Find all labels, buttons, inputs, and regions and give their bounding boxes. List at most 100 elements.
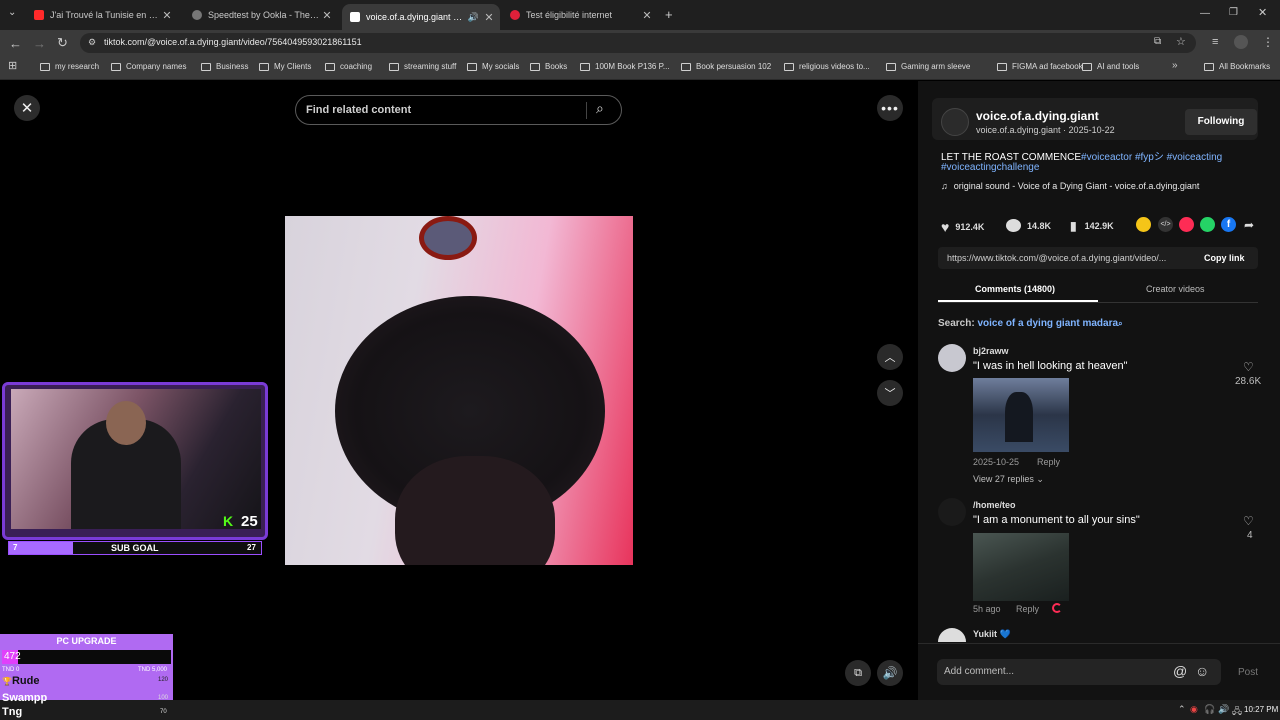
facebook-icon[interactable]: f — [1221, 217, 1236, 232]
save-stat[interactable]: ▮ 142.9K — [1070, 219, 1114, 233]
menu-icon[interactable]: ⋮ — [1262, 36, 1274, 48]
floating-player-button[interactable]: ⧉ — [845, 660, 871, 686]
close-tab-icon[interactable]: ✕ — [640, 9, 654, 22]
network-icon[interactable]: 🖧 — [1232, 704, 1242, 720]
close-window-icon[interactable]: ✕ — [1258, 8, 1267, 19]
wall-clock-image — [419, 216, 477, 260]
coin-share-icon[interactable] — [1136, 217, 1151, 232]
address-bar[interactable]: ⚙ tiktok.com/@voice.of.a.dying.giant/vid… — [80, 33, 1196, 53]
forward-icon[interactable]: → — [33, 37, 46, 50]
leader-score: 120 — [158, 677, 169, 683]
profile-avatar-icon[interactable] — [1234, 35, 1248, 49]
close-tab-icon[interactable]: ✕ — [320, 9, 334, 22]
search-related-input[interactable]: Find related content ⌕ — [295, 95, 622, 125]
comment-date: 5h ago — [973, 604, 1001, 614]
embed-icon[interactable]: </> — [1158, 217, 1173, 232]
tab-creator-videos[interactable]: Creator videos — [1146, 284, 1205, 294]
mention-icon[interactable]: @ — [1173, 663, 1187, 679]
speaker-tray-icon[interactable]: 🔊 — [1218, 704, 1229, 715]
tab-comments[interactable]: Comments (14800) — [975, 284, 1055, 294]
kick-logo: K — [223, 513, 234, 529]
sound-name: original sound - Voice of a Dying Giant … — [953, 181, 1200, 191]
bookmark-item[interactable]: AI and tools — [1082, 62, 1139, 71]
comment-like-icon[interactable]: ♡ — [1243, 360, 1254, 374]
volume-button[interactable]: 🔊 — [877, 660, 903, 686]
view-replies-button[interactable]: View 27 replies ⌄ — [973, 474, 1044, 485]
all-bookmarks[interactable]: All Bookmarks — [1204, 62, 1270, 71]
reload-icon[interactable]: ↻ — [57, 36, 68, 49]
bookmark-item[interactable]: Gaming arm sleeve — [886, 62, 970, 71]
tab-search-dropdown-icon[interactable]: ⌄ — [8, 8, 16, 18]
headset-icon[interactable]: 🎧 — [1204, 704, 1215, 715]
more-options-button[interactable]: ••• — [877, 95, 903, 121]
site-info-icon[interactable]: ⚙ — [88, 37, 96, 48]
sub-goal-current: 7 — [13, 543, 18, 552]
bookmark-item[interactable]: streaming stuff — [389, 62, 456, 71]
new-tab-icon[interactable]: + — [665, 8, 673, 21]
tab-eligibilite[interactable]: Test éligibilité internet ✕ — [502, 4, 658, 26]
close-tab-icon[interactable]: ✕ — [482, 11, 496, 24]
bookmark-item[interactable]: coaching — [325, 62, 372, 71]
search-suggestion[interactable]: Search: voice of a dying giant madara⌕ — [938, 318, 1123, 329]
next-video-button[interactable]: ﹀ — [877, 380, 903, 406]
bookmark-item[interactable]: 100M Book P136 P... — [580, 62, 670, 71]
sound-link[interactable]: ♫ original sound - Voice of a Dying Giant… — [941, 181, 1199, 191]
search-icon[interactable]: ⌕ — [596, 100, 604, 117]
tab-youtube[interactable]: J'ai Trouvé la Tunisie en Italie ✕ — [26, 4, 178, 26]
bookmark-item[interactable]: My Clients — [259, 62, 311, 71]
tray-chevron-icon[interactable]: ⌃ — [1178, 704, 1186, 715]
comment-username[interactable]: Yukiit 💙 — [973, 629, 1011, 640]
previous-video-button[interactable]: ︿ — [877, 344, 903, 370]
tab-speedtest[interactable]: Speedtest by Ookla - The Glob ✕ — [184, 4, 338, 26]
whatsapp-icon[interactable] — [1200, 217, 1215, 232]
share-link-url[interactable]: https://www.tiktok.com/@voice.of.a.dying… — [947, 253, 1166, 263]
like-stat[interactable]: ♥ 912.4K — [941, 219, 984, 235]
bookmark-item[interactable]: my research — [40, 62, 99, 71]
speaker-icon[interactable]: 🔊 — [468, 12, 479, 23]
bookmark-item[interactable]: Books — [530, 62, 567, 71]
person-face-image — [395, 456, 555, 565]
tab-tiktok[interactable]: voice.of.a.dying.giant (@voi 🔊 ✕ — [342, 4, 500, 30]
restore-icon[interactable]: ❐ — [1229, 8, 1238, 18]
copy-link-button[interactable]: Copy link — [1204, 253, 1245, 263]
close-tab-icon[interactable]: ✕ — [160, 9, 174, 22]
back-icon[interactable]: ← — [9, 37, 22, 50]
commenter-avatar[interactable] — [938, 344, 966, 372]
close-video-button[interactable]: ✕ — [14, 95, 40, 121]
emoji-icon[interactable]: ☺ — [1195, 663, 1209, 679]
comment-image[interactable] — [973, 533, 1069, 601]
creator-username[interactable]: voice.of.a.dying.giant — [976, 109, 1099, 123]
bookmark-item[interactable]: religious videos to... — [784, 62, 870, 71]
comment-like-icon[interactable]: ♡ — [1243, 514, 1254, 528]
bookmark-item[interactable]: My socials — [467, 62, 519, 71]
video-frame — [285, 216, 633, 565]
minimize-icon[interactable]: — — [1200, 9, 1210, 19]
following-button[interactable]: Following — [1185, 109, 1257, 135]
post-comment-button[interactable]: Post — [1238, 667, 1258, 678]
bookmark-item[interactable]: Company names — [111, 62, 186, 71]
bookmark-label: AI and tools — [1097, 62, 1140, 71]
tray-app-icon[interactable]: ◉ — [1190, 704, 1198, 715]
commenter-avatar[interactable] — [938, 498, 966, 526]
bookmark-item[interactable]: Book persuasion 102 — [681, 62, 771, 71]
comment-username[interactable]: /home/teo — [973, 500, 1016, 510]
caption-hashtag-line2[interactable]: #voiceactingchallenge — [941, 162, 1039, 173]
share-more-icon[interactable]: ➦ — [1244, 218, 1254, 232]
comment-reply-button[interactable]: Reply — [1037, 457, 1060, 467]
comment-username[interactable]: bj2raww — [973, 346, 1009, 356]
comment-reply-button[interactable]: Reply — [1016, 604, 1039, 614]
media-control-icon[interactable]: ≡ — [1212, 37, 1218, 48]
comment-image[interactable] — [973, 378, 1069, 452]
clock[interactable]: 10:27 PM — [1244, 705, 1278, 714]
caption-hashtags[interactable]: #voiceactor #fypシ #voiceacting — [1081, 152, 1222, 163]
share-arrow-red-icon[interactable] — [1179, 217, 1194, 232]
install-app-icon[interactable]: ⧉ — [1154, 36, 1161, 47]
bookmark-item[interactable]: Business — [201, 62, 248, 71]
bookmark-item[interactable]: FIGMA ad facebook — [997, 62, 1083, 71]
bookmark-star-icon[interactable]: ☆ — [1176, 35, 1186, 48]
comment-stat[interactable]: 14.8K — [1006, 219, 1051, 232]
creator-avatar[interactable] — [941, 108, 969, 136]
more-bookmarks-icon[interactable]: » — [1172, 61, 1178, 71]
comment-input[interactable]: Add comment... @ ☺ — [937, 659, 1221, 685]
apps-grid-icon[interactable]: ⊞ — [8, 61, 17, 72]
